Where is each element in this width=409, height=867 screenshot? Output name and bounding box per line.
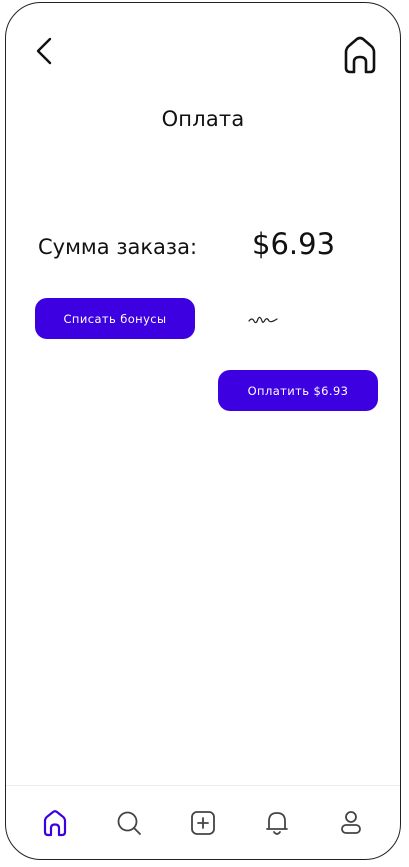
nav-notifications[interactable] xyxy=(260,806,294,840)
back-button[interactable] xyxy=(30,35,58,67)
nav-add[interactable] xyxy=(186,806,220,840)
phone-frame: Оплата Сумма заказа: $6.93 Списать бонус… xyxy=(5,2,401,860)
add-icon xyxy=(191,810,215,835)
page-title: Оплата xyxy=(161,107,245,131)
home-icon xyxy=(344,36,376,74)
bell-icon xyxy=(266,811,288,835)
bottom-navigation xyxy=(6,785,400,859)
home-icon xyxy=(43,809,67,836)
search-icon xyxy=(117,811,141,835)
pay-button[interactable]: Оплатить $6.93 xyxy=(218,370,378,411)
nav-home[interactable] xyxy=(38,806,72,840)
order-total-label: Сумма заказа: xyxy=(38,235,198,259)
signature-squiggle xyxy=(248,316,278,324)
chevron-left-icon xyxy=(36,37,52,65)
order-total-amount: $6.93 xyxy=(252,227,336,261)
nav-search[interactable] xyxy=(112,806,146,840)
home-button[interactable] xyxy=(340,35,380,75)
profile-icon xyxy=(341,810,361,834)
redeem-bonuses-button[interactable]: Списать бонусы xyxy=(35,298,195,339)
nav-profile[interactable] xyxy=(334,806,368,840)
